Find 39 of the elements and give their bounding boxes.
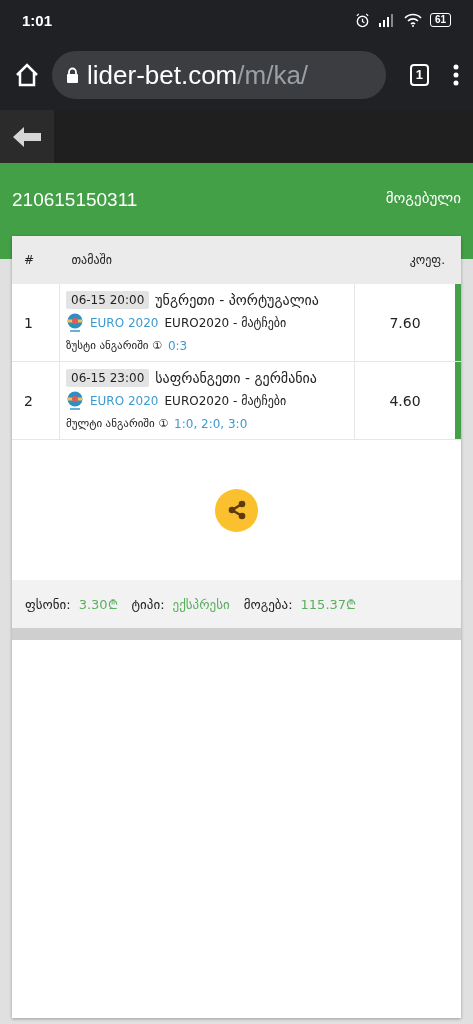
tab-count[interactable]: 1 — [409, 64, 429, 86]
menu-icon[interactable] — [453, 64, 459, 86]
back-button[interactable] — [0, 110, 54, 163]
alarm-icon — [354, 12, 370, 28]
summary-label: ფსონი: — [25, 596, 71, 612]
match-time: 06-15 20:00 — [66, 290, 150, 309]
tournament-name: EURO2020 - მატჩები — [164, 393, 287, 408]
match-name: უნგრეთი - პორტუგალია — [155, 291, 319, 308]
share-button[interactable] — [215, 488, 258, 532]
bet-pick: 0:3 — [167, 338, 188, 353]
summary-value: ექსპრესი — [172, 596, 230, 612]
odds-value: 4.60 — [389, 392, 421, 409]
odds-value: 7.60 — [389, 314, 421, 331]
market-name: ზუსტი ანგარიში ① — [66, 339, 162, 352]
back-arrow-icon — [11, 124, 43, 149]
bet-pick: 1:0, 2:0, 3:0 — [174, 416, 248, 431]
summary-value: 3.30₾ — [78, 596, 118, 613]
row-number: 2 — [24, 392, 33, 409]
market-name: მულტი ანგარიში ① — [66, 417, 169, 430]
ticket-id: 210615150311 — [12, 189, 138, 211]
ticket-status: მოგებული — [385, 189, 461, 207]
share-icon — [226, 500, 247, 520]
summary-value: 115.37₾ — [300, 596, 357, 613]
lock-icon — [66, 67, 79, 83]
summary-label: მოგება: — [243, 596, 293, 612]
match-time: 06-15 23:00 — [66, 368, 150, 387]
wifi-icon — [403, 13, 422, 27]
battery-icon: 61 — [429, 13, 451, 27]
tournament-name: EURO2020 - მატჩები — [164, 315, 287, 330]
home-icon[interactable] — [14, 62, 40, 88]
column-header: # — [24, 253, 35, 267]
column-header: კოეფ. — [409, 253, 445, 267]
match-name: საფრანგეთი - გერმანია — [155, 369, 317, 386]
signal-icon — [377, 13, 396, 27]
address-bar[interactable]: lider-bet.com/m/ka/ — [52, 51, 386, 99]
row-number: 1 — [24, 314, 33, 331]
summary-label: ტიპი: — [131, 596, 165, 612]
clock-time: 1:01 — [22, 11, 53, 29]
column-header: თამაში — [71, 253, 112, 267]
